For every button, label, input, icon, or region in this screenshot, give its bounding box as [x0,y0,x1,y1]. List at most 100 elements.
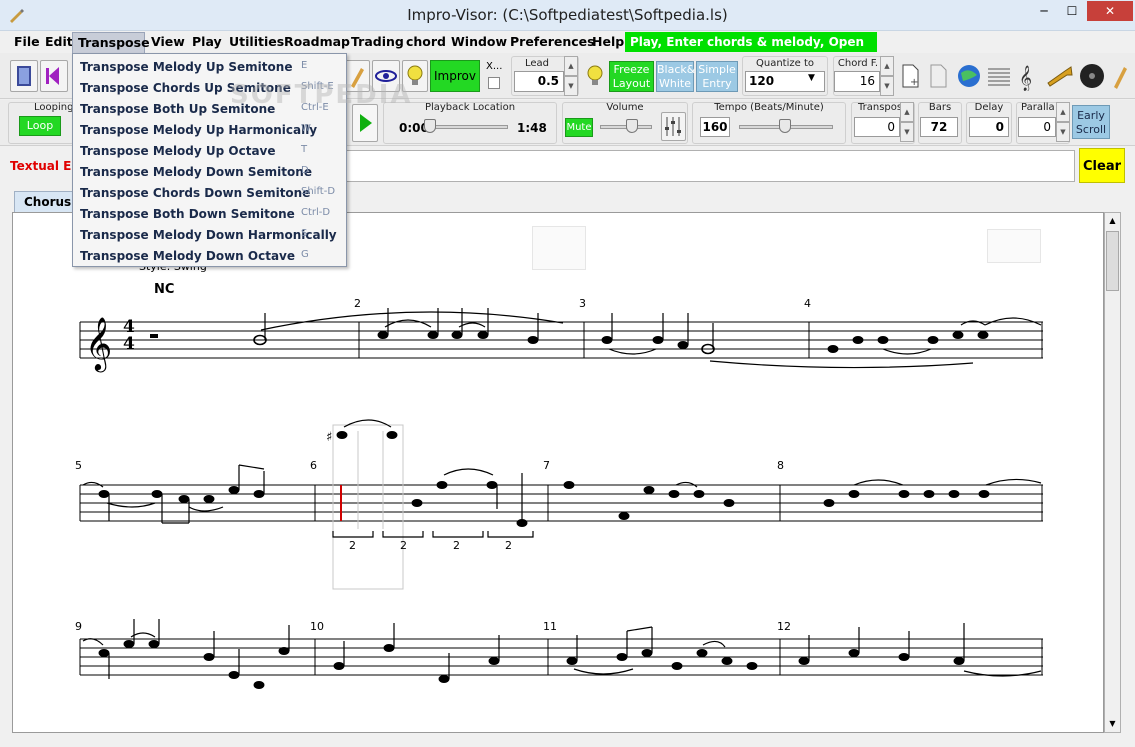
playback-end-time: 1:48 [517,121,547,135]
lead-spin-up[interactable]: ▲ [564,56,578,76]
chevron-down-icon[interactable]: ▼ [808,73,815,83]
score-staves: 𝄞 ♯ [79,308,1043,689]
triplet-mark-4: 2 [505,539,512,552]
svg-text:𝄞: 𝄞 [1019,65,1032,91]
lightbulb-icon [587,65,603,85]
chord-f-spin-up[interactable]: ▲ [880,56,894,76]
chord-f-field[interactable]: 16 [834,71,880,92]
menu-view[interactable]: View [145,31,191,53]
tempo-field[interactable]: 160 [700,117,730,137]
menu-item-transpose-both-down-semitone[interactable]: Transpose Both Down Semitone Ctrl-D [74,203,345,224]
tempo-label: Tempo (Beats/Minute) [714,102,824,113]
lightbulb2-button[interactable] [583,61,607,91]
book-icon [17,66,31,86]
play-icon [360,114,372,132]
quantize-label: Quantize to [756,58,814,69]
parallax-spin-up[interactable]: ▲ [1056,102,1070,122]
menu-item-transpose-chords-down-semitone[interactable]: Transpose Chords Down Semitone Shift-D [74,182,345,203]
minimize-button[interactable]: ─ [1030,1,1058,21]
measure-number-5: 5 [75,459,82,472]
menu-play[interactable]: Play [186,31,228,53]
clef-button[interactable]: 𝄞 [1015,61,1043,91]
menu-item-transpose-melody-down-octave[interactable]: Transpose Melody Down Octave G [74,245,345,266]
parallax-label: Paralla [1021,102,1055,113]
triplet-mark-1: 2 [349,539,356,552]
notate-button[interactable] [10,60,38,92]
lead-field[interactable]: 0.5 [514,71,564,92]
black-white-button[interactable]: Black& White [656,61,695,92]
score-scrollbar[interactable]: ▲ ▼ [1104,212,1121,733]
playback-slider-thumb[interactable] [424,119,436,133]
menu-item-label: Transpose Both Down Semitone [80,207,295,221]
menu-item-shortcut: G [301,249,309,260]
x-checkbox[interactable] [488,77,500,89]
menu-item-shortcut: W [301,123,311,134]
time-sig-bottom: 4 [123,334,135,354]
mute-button[interactable]: Mute [565,118,593,137]
mixer-icon [665,117,681,136]
menu-item-shortcut: S [301,228,308,239]
vinyl-record-icon [1080,64,1104,88]
triplet-mark-3: 2 [453,539,460,552]
looping-label: Looping [34,102,74,113]
menu-item-transpose-melody-up-semitone[interactable]: Transpose Melody Up Semitone E [74,56,345,77]
freeze-layout-line2: Layout [612,77,651,90]
playback-slider[interactable] [428,125,508,129]
svg-text:𝄞: 𝄞 [85,316,112,372]
lead-spin-down[interactable]: ▼ [564,76,578,96]
close-button[interactable]: ✕ [1087,1,1133,21]
menu-item-label: Transpose Melody Down Semitone [80,165,312,179]
tempo-slider-thumb[interactable] [779,119,791,133]
menu-item-transpose-melody-down-harmonically[interactable]: Transpose Melody Down Harmonically S [74,224,345,245]
transpose-label: Transpos [858,102,903,113]
title-bar: Impro-Visor: (C:\Softpediatest\Softpedia… [0,0,1135,31]
menu-window[interactable]: Window [445,31,513,53]
clear-button[interactable]: Clear [1079,148,1125,183]
early-scroll-line1: Early [1077,109,1105,122]
scroll-up-icon[interactable]: ▲ [1106,214,1119,228]
scroll-down-icon[interactable]: ▼ [1106,717,1119,731]
loop-button[interactable]: Loop [19,116,61,136]
transpose-spin-down[interactable]: ▼ [900,122,914,142]
chord-f-spin-down[interactable]: ▼ [880,76,894,96]
simple-entry-line1: Simple [698,63,736,76]
globe-button[interactable] [955,61,983,91]
measure-number-10: 10 [310,620,324,633]
freeze-layout-button[interactable]: Freeze Layout [609,61,654,92]
copy-file-button[interactable] [926,61,952,91]
menu-item-transpose-melody-up-harmonically[interactable]: Transpose Melody Up Harmonically W [74,119,345,140]
simple-entry-button[interactable]: Simple Entry [696,61,738,92]
menu-transpose[interactable]: Transpose [72,32,150,54]
menu-item-transpose-melody-up-octave[interactable]: Transpose Melody Up Octave T [74,140,345,161]
mixer-button[interactable] [661,112,686,141]
staff-button[interactable] [985,61,1013,91]
transpose-field[interactable]: 0 [854,117,900,137]
scroll-thumb[interactable] [1106,231,1119,291]
transpose-spin-up[interactable]: ▲ [900,102,914,122]
menu-item-label: Transpose Melody Up Octave [80,144,276,158]
menu-item-shortcut: D [301,165,309,176]
trumpet-button[interactable] [1045,61,1075,91]
early-scroll-button[interactable]: Early Scroll [1072,105,1110,139]
pencil2-button[interactable] [1108,61,1132,91]
measure-number-12: 12 [777,620,791,633]
window-title: Impro-Visor: (C:\Softpediatest\Softpedia… [407,6,728,24]
record-button[interactable] [1078,61,1106,91]
menu-item-label: Transpose Chords Down Semitone [80,186,311,200]
simple-entry-line2: Entry [702,77,732,90]
bars-field[interactable]: 72 [920,117,958,137]
new-file-button[interactable]: + [898,61,924,91]
parallax-field[interactable]: 0 [1018,117,1056,137]
menu-item-transpose-melody-down-semitone[interactable]: Transpose Melody Down Semitone D [74,161,345,182]
volume-slider-thumb[interactable] [626,119,638,133]
parallax-spin-down[interactable]: ▼ [1056,122,1070,142]
early-scroll-line2: Scroll [1075,123,1107,136]
maximize-button[interactable]: ☐ [1058,1,1086,21]
black-white-line2: White [659,77,691,90]
improv-button[interactable]: Improv [430,60,480,92]
menu-help[interactable]: Help [586,31,630,53]
menu-hint-banner: Play, Enter chords & melody, Open file, … [625,32,877,69]
delay-field[interactable]: 0 [969,117,1009,137]
score-panel[interactable]: Style: Swing NC 𝄞 [12,212,1104,733]
rewind-button[interactable] [40,60,68,92]
